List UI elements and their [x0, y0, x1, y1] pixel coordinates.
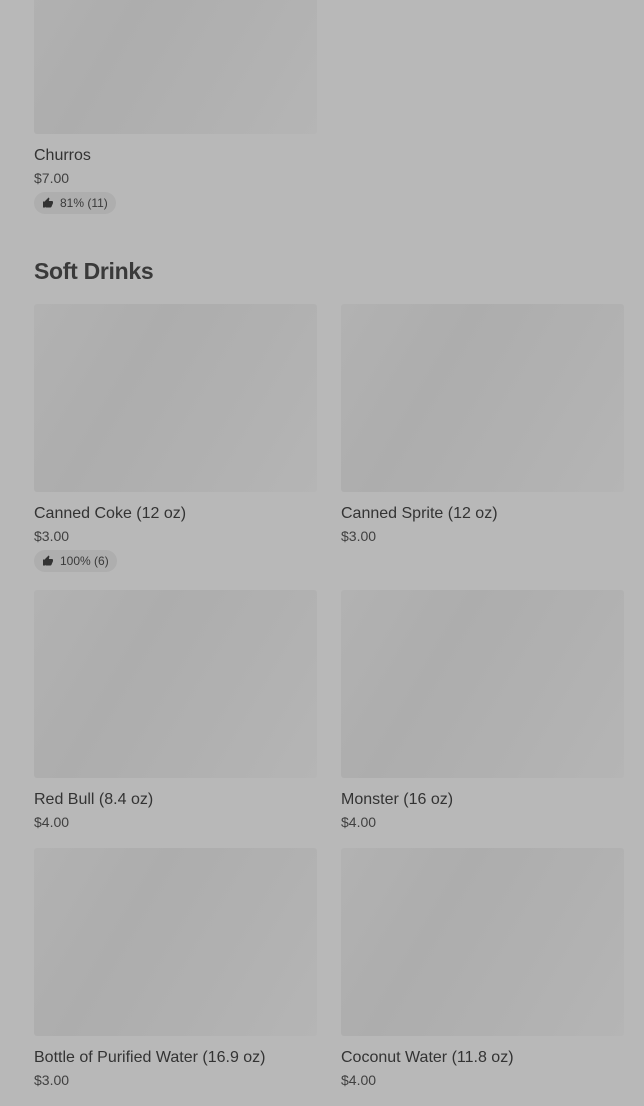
item-image[interactable]	[34, 590, 317, 778]
item-name: Coconut Water (11.8 oz)	[341, 1049, 514, 1066]
item-name: Canned Coke (12 oz)	[34, 505, 187, 522]
item-image[interactable]	[341, 848, 624, 1036]
section-title: Soft Drinks	[34, 258, 154, 284]
rating-badge: 81% (11)	[34, 192, 116, 214]
menu-item-monster[interactable]: Monster (16 oz) $4.00	[341, 590, 624, 831]
item-price: $4.00	[341, 814, 377, 830]
item-image[interactable]	[34, 0, 317, 134]
item-image[interactable]	[34, 848, 317, 1036]
item-price: $3.00	[341, 528, 377, 544]
item-name: Bottle of Purified Water (16.9 oz)	[34, 1049, 266, 1066]
rating-text: 100% (6)	[60, 554, 109, 568]
menu-page: Churros $7.00 81% (11) Soft Drinks Canne…	[0, 0, 644, 1106]
item-image[interactable]	[341, 304, 624, 492]
menu-item-canned-coke[interactable]: Canned Coke (12 oz) $3.00 100% (6)	[34, 304, 317, 572]
rating-badge: 100% (6)	[34, 550, 117, 572]
thumbs-up-icon	[42, 197, 54, 209]
item-price: $7.00	[34, 170, 70, 186]
item-name: Red Bull (8.4 oz)	[34, 791, 154, 808]
item-price: $3.00	[34, 528, 70, 544]
item-image[interactable]	[341, 590, 624, 778]
item-price: $4.00	[341, 1072, 377, 1088]
rating-text: 81% (11)	[60, 196, 108, 210]
item-image[interactable]	[34, 304, 317, 492]
item-name: Monster (16 oz)	[341, 791, 454, 808]
thumbs-up-icon	[42, 555, 54, 567]
item-name: Churros	[34, 147, 91, 164]
item-name: Canned Sprite (12 oz)	[341, 505, 498, 522]
item-price: $3.00	[34, 1072, 70, 1088]
menu-item-canned-sprite[interactable]: Canned Sprite (12 oz) $3.00	[341, 304, 624, 545]
menu-item-red-bull[interactable]: Red Bull (8.4 oz) $4.00	[34, 590, 317, 831]
item-price: $4.00	[34, 814, 70, 830]
menu-item-coconut-water[interactable]: Coconut Water (11.8 oz) $4.00	[341, 848, 624, 1089]
menu-item-purified-water[interactable]: Bottle of Purified Water (16.9 oz) $3.00	[34, 848, 317, 1089]
menu-item-churros[interactable]: Churros $7.00 81% (11)	[34, 0, 317, 214]
